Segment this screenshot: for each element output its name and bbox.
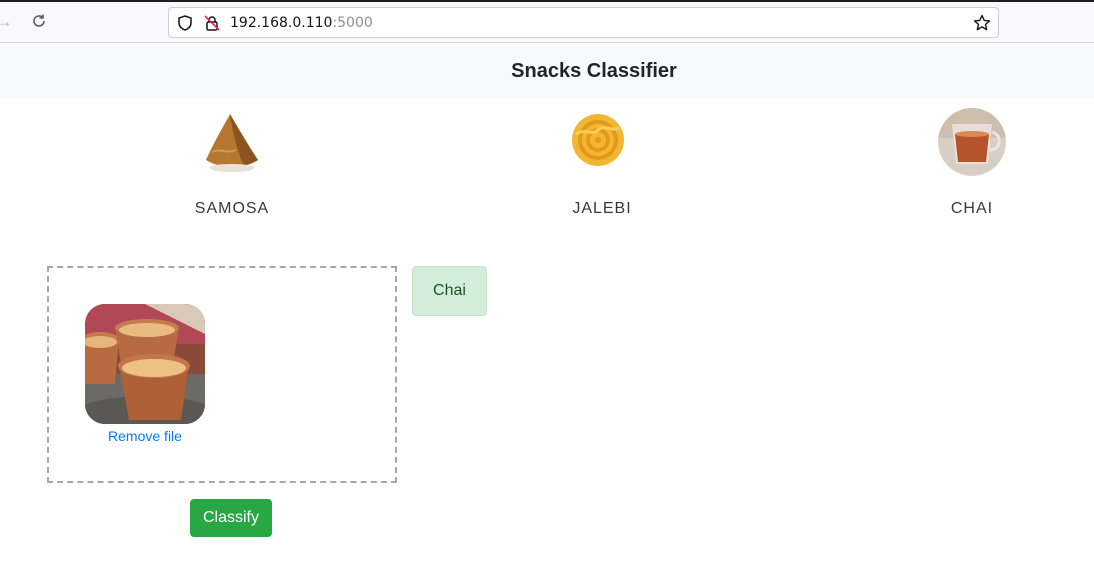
category-samosa: SAMOSA <box>152 108 312 218</box>
category-label: CHAI <box>950 200 994 217</box>
insecure-lock-icon[interactable] <box>203 14 221 32</box>
file-preview: Remove file <box>85 304 205 444</box>
category-label: JALEBI <box>572 200 632 217</box>
chai-image <box>938 108 1006 176</box>
address-bar[interactable]: 192.168.0.110:5000 <box>168 7 999 38</box>
browser-toolbar: → 192.168.0.110:5000 <box>0 0 1094 43</box>
file-dropzone[interactable]: Remove file <box>47 266 397 483</box>
samosa-image <box>198 108 266 176</box>
url-port: :5000 <box>332 15 373 31</box>
category-jalebi: JALEBI <box>522 108 682 218</box>
url-host: 192.168.0.110 <box>230 15 333 31</box>
page-title: Snacks Classifier <box>511 60 677 82</box>
remove-file-link[interactable]: Remove file <box>85 428 205 444</box>
url-text[interactable]: 192.168.0.110:5000 <box>230 15 373 31</box>
chai-cups-image <box>85 304 205 424</box>
shield-icon[interactable] <box>176 14 194 32</box>
category-label: SAMOSA <box>194 200 270 217</box>
forward-arrow-icon[interactable]: → <box>0 12 14 32</box>
jalebi-image <box>568 108 636 176</box>
category-chai: CHAI <box>892 108 1052 218</box>
classify-button[interactable]: Classify <box>190 499 272 537</box>
app-header: Snacks Classifier <box>0 43 1094 99</box>
reload-icon[interactable] <box>29 12 49 32</box>
bookmark-star-icon[interactable] <box>972 13 992 33</box>
classification-result: Chai <box>412 266 487 316</box>
reload-icon-svg <box>33 14 45 27</box>
